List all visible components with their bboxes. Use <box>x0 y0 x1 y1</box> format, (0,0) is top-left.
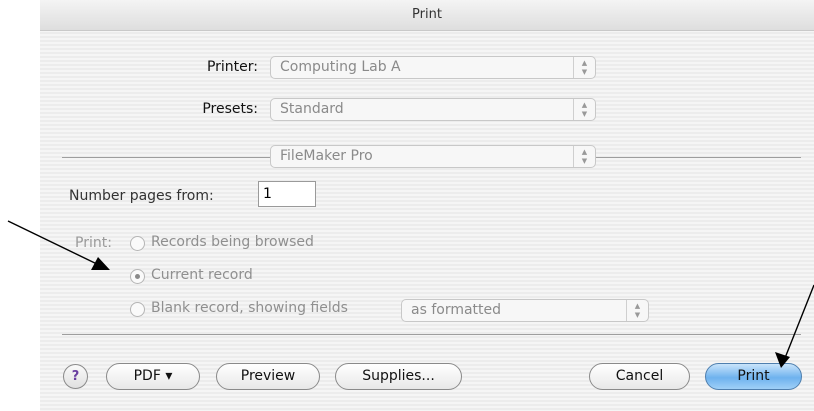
arrow-icon <box>775 284 814 368</box>
annotation-arrows <box>7 220 814 368</box>
arrow-icon <box>7 220 110 270</box>
